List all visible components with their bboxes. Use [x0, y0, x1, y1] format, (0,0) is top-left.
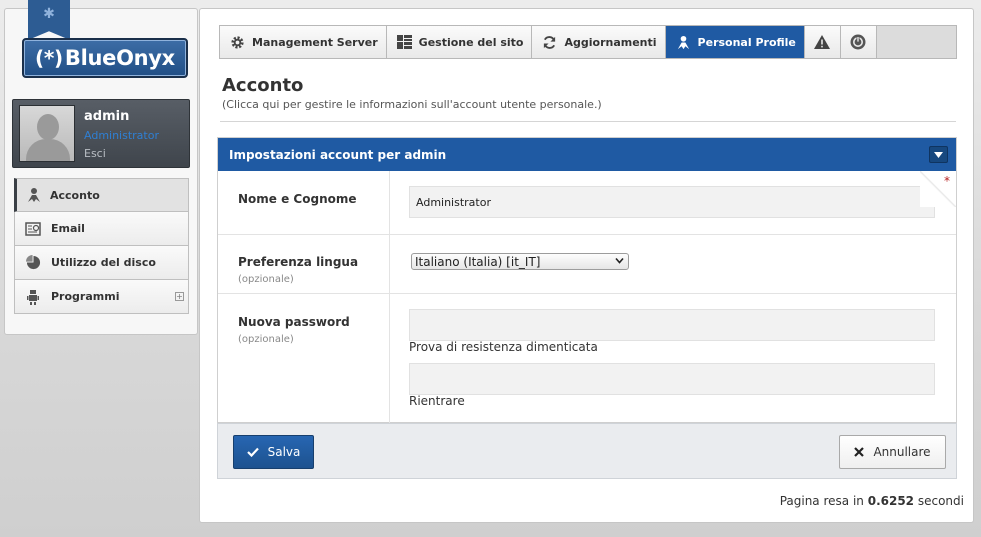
logout-link[interactable]: Esci	[84, 147, 106, 160]
grid-icon	[396, 35, 412, 49]
sidebar-menu: Acconto Email Utilizzo del disco Program…	[14, 178, 189, 314]
form-actions-bar: Salva Annullare	[217, 423, 957, 479]
tab-label: Management Server	[252, 35, 378, 49]
tab-label: Gestione del sito	[418, 35, 524, 49]
cancel-label: Annullare	[873, 445, 931, 459]
person-icon	[17, 187, 50, 203]
avatar	[19, 105, 75, 162]
cancel-button[interactable]: Annullare	[839, 435, 946, 469]
refresh-icon	[542, 35, 557, 50]
language-row: Preferenza lingua (opzionale) Italiano (…	[218, 234, 956, 293]
save-label: Salva	[267, 445, 301, 459]
top-tabs: Management Server Gestione del sito Aggi…	[219, 25, 957, 59]
tab-personal-profile[interactable]: Personal Profile	[665, 26, 805, 58]
render-suffix: secondi	[917, 494, 964, 508]
user-name: admin	[84, 109, 130, 124]
sidebar-item-email[interactable]: Email	[14, 212, 189, 246]
logout-icon	[850, 34, 866, 50]
box-title: Impostazioni account per admin	[229, 147, 447, 162]
logo-mark: (*)	[35, 46, 63, 70]
language-selected-value: Italiano (Italia) [it_IT]	[415, 254, 541, 269]
password-row: Nuova password (opzionale) Prova di resi…	[218, 293, 956, 423]
tab-gestione-sito[interactable]: Gestione del sito	[386, 26, 533, 58]
render-time-footer: Pagina resa in 0.6252 secondi	[780, 494, 964, 508]
tab-logout[interactable]	[840, 26, 877, 58]
tab-label: Aggiornamenti	[564, 35, 657, 49]
tab-label: Personal Profile	[697, 35, 796, 49]
render-prefix: Pagina resa in	[779, 494, 864, 508]
blueonyx-logo[interactable]: (*) BlueOnyx	[22, 38, 188, 78]
gear-icon	[230, 35, 245, 50]
box-header: Impostazioni account per admin	[218, 138, 956, 171]
close-icon	[854, 447, 865, 457]
fullname-label: Nome e Cognome	[238, 192, 357, 206]
person-icon	[676, 35, 691, 50]
page-subtitle[interactable]: (Clicca qui per gestire le informazioni …	[222, 98, 602, 111]
user-role-link[interactable]: Administrator	[84, 129, 159, 142]
collapse-toggle-button[interactable]	[929, 146, 948, 163]
required-mark: *	[944, 174, 950, 188]
sidebar-item-disk-usage[interactable]: Utilizzo del disco	[14, 246, 189, 280]
chevron-down-icon	[934, 151, 943, 158]
tab-management-server[interactable]: Management Server	[220, 26, 387, 58]
password-strength-caption: Prova di resistenza dimenticata	[409, 340, 598, 354]
repeat-password-input[interactable]	[409, 363, 935, 395]
password-label: Nuova password	[238, 315, 350, 329]
divider	[220, 121, 956, 122]
user-card: admin Administrator Esci	[12, 99, 190, 168]
email-icon	[15, 221, 51, 236]
sidebar-item-programmi[interactable]: Programmi +	[14, 280, 189, 314]
checkmark-icon	[246, 447, 259, 457]
sidebar-item-label: Email	[51, 222, 85, 235]
star-icon: ✱	[43, 6, 55, 22]
language-label: Preferenza lingua	[238, 255, 359, 269]
main-panel: Management Server Gestione del sito Aggi…	[199, 8, 974, 523]
save-button[interactable]: Salva	[233, 435, 314, 469]
render-time-value: 0.6252	[867, 494, 915, 508]
logo-text: BlueOnyx	[64, 46, 175, 70]
fullname-row: Nome e Cognome *	[218, 171, 956, 234]
page-title: Acconto	[222, 75, 304, 96]
warning-icon	[814, 35, 831, 49]
tab-warnings[interactable]	[804, 26, 841, 58]
account-settings-box: Impostazioni account per admin Nome e Co…	[217, 137, 957, 423]
sidebar-item-label: Utilizzo del disco	[51, 256, 156, 269]
required-flag: *	[920, 171, 956, 207]
expand-icon[interactable]: +	[175, 292, 184, 301]
language-optional-hint: (opzionale)	[238, 274, 294, 285]
repeat-password-caption: Rientrare	[409, 394, 465, 408]
password-optional-hint: (opzionale)	[238, 334, 294, 345]
language-select[interactable]: Italiano (Italia) [it_IT]	[411, 253, 629, 270]
sidebar-item-acconto[interactable]: Acconto	[14, 178, 189, 212]
robot-icon	[15, 289, 51, 305]
chevron-down-icon	[615, 257, 624, 264]
pie-chart-icon	[15, 255, 51, 270]
fullname-input[interactable]	[409, 186, 935, 218]
sidebar-item-label: Programmi	[51, 290, 120, 303]
sidebar-item-label: Acconto	[50, 188, 100, 202]
new-password-input[interactable]	[409, 309, 935, 341]
tab-aggiornamenti[interactable]: Aggiornamenti	[532, 26, 666, 58]
